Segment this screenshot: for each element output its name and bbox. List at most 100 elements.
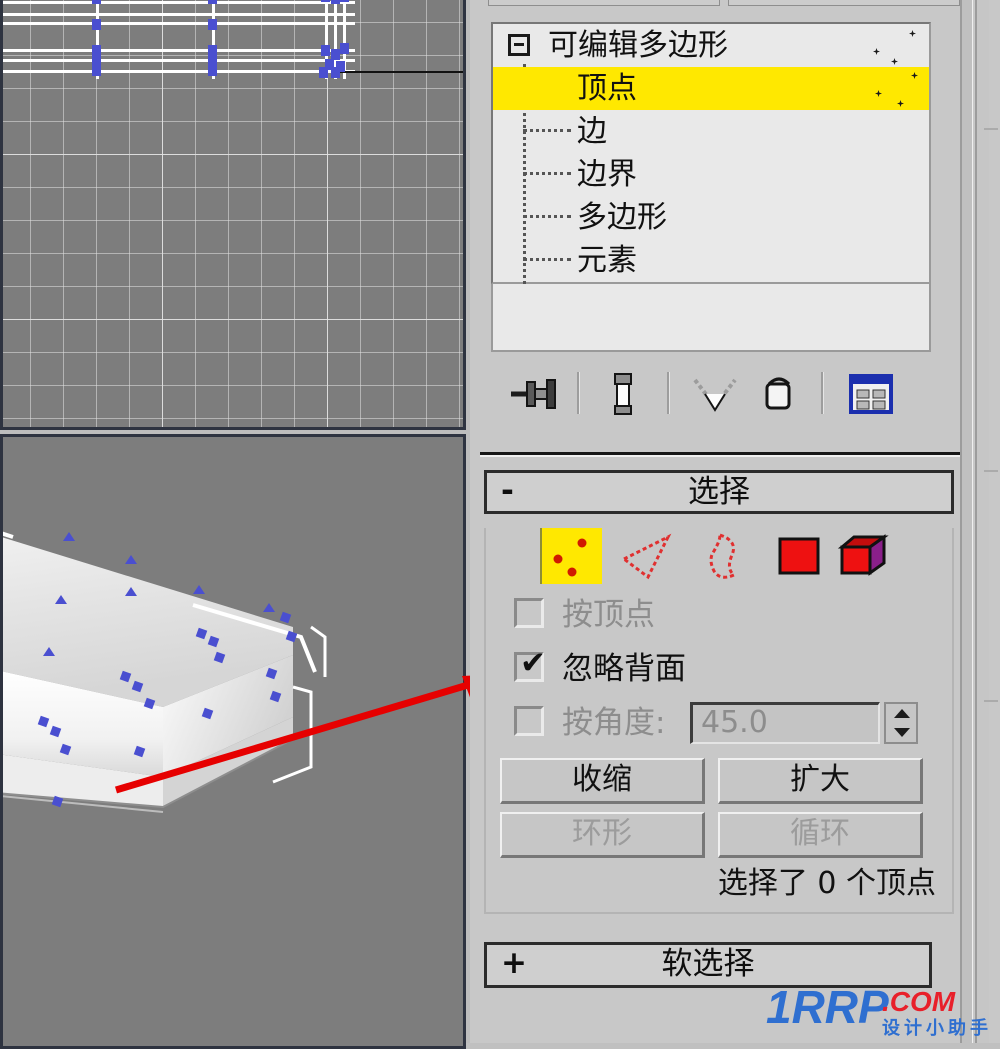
collapse-toggle-icon[interactable] <box>508 34 530 56</box>
vertex-marker <box>43 647 55 656</box>
vertex-marker <box>321 45 330 56</box>
vertex-marker <box>321 0 330 2</box>
modifier-stack-empty-area <box>491 284 931 352</box>
by-vertex-checkbox[interactable] <box>514 598 544 628</box>
vertex-marker <box>340 43 349 54</box>
checkmark-icon: ✔ <box>520 645 546 681</box>
configure-modifier-sets-icon[interactable] <box>843 366 897 422</box>
stack-subitem-polygon[interactable]: 多边形 <box>493 196 929 239</box>
wireframe-line <box>3 13 355 16</box>
command-panel-inner: 可编辑多边形 顶点 边 边界 多边形 元素 - 选择 按顶点 ✔ 忽略背面 按角… <box>474 0 969 1043</box>
wireframe-line <box>3 70 355 73</box>
modifier-stack-list[interactable]: 可编辑多边形 顶点 边 边界 多边形 元素 <box>491 22 931 284</box>
by-angle-checkbox[interactable] <box>514 706 544 736</box>
vertex-marker <box>193 585 205 594</box>
panel-divider <box>480 452 962 455</box>
panel-top-control-left[interactable] <box>488 0 720 6</box>
subobject-polygon-button[interactable] <box>768 528 830 584</box>
panel-top-control-right[interactable] <box>728 0 960 6</box>
watermark-tagline: 设计小助手 <box>882 1017 992 1039</box>
shrink-button[interactable]: 收缩 <box>500 758 705 804</box>
selection-status-text: 选择了 0 个顶点 <box>717 866 936 901</box>
make-unique-icon[interactable] <box>689 366 743 422</box>
wireframe-line <box>3 49 355 52</box>
by-vertex-label: 按顶点 <box>562 597 655 633</box>
by-angle-input[interactable]: 45.0 <box>690 702 880 744</box>
toolbar-separator <box>577 372 580 414</box>
stack-subitem-element[interactable]: 元素 <box>493 239 929 282</box>
loop-button[interactable]: 循环 <box>718 812 923 858</box>
mattress-model <box>0 477 463 947</box>
vertex-marker <box>319 67 328 78</box>
modifier-stack-toolbar <box>491 362 931 428</box>
spinner-up-icon[interactable] <box>894 709 910 718</box>
vertex-marker <box>331 0 340 4</box>
toolbar-separator <box>821 372 824 414</box>
ignore-backfacing-checkbox[interactable]: ✔ <box>514 648 546 682</box>
ignore-backfacing-label: 忽略背面 <box>562 651 686 687</box>
vertex-marker <box>208 65 217 76</box>
stack-item-label: 可编辑多边形 <box>548 28 728 63</box>
wireframe-line <box>3 59 355 62</box>
show-end-result-icon[interactable] <box>595 366 649 422</box>
site-watermark: 1RRP .COM 设计小助手 <box>766 981 992 1039</box>
subobject-border-button[interactable] <box>688 528 750 584</box>
subobject-vertex-button[interactable] <box>540 528 602 584</box>
rollout-toggle-icon[interactable]: - <box>501 472 514 510</box>
vertex-marker <box>125 555 137 564</box>
selection-rollout-header[interactable]: - 选择 <box>484 470 954 514</box>
by-angle-label: 按角度: <box>562 705 666 741</box>
viewport-area <box>0 0 505 1049</box>
object-edge-line <box>339 71 463 73</box>
vertex-marker <box>125 587 137 596</box>
viewport-grid <box>3 0 463 427</box>
spinner-down-icon[interactable] <box>894 728 910 737</box>
panel-edge-tick <box>984 470 998 472</box>
vertex-marker <box>331 67 340 78</box>
vertex-marker <box>55 595 67 604</box>
watermark-suffix: .COM <box>882 986 956 1017</box>
ignore-backfacing-checkbox-row[interactable]: ✔ 忽略背面 <box>486 644 952 698</box>
stack-subitem-label: 顶点 <box>577 71 637 106</box>
selection-rollout: - 选择 按顶点 ✔ 忽略背面 按角度: 45.0 收缩 扩大 环形 循环 选择… <box>484 470 954 930</box>
panel-scrollbar-outer[interactable] <box>960 0 973 1043</box>
pin-stack-icon[interactable] <box>507 366 561 422</box>
vertex-marker <box>0 577 3 586</box>
stack-subitem-edge[interactable]: 边 <box>493 110 929 153</box>
vertex-marker <box>63 532 75 541</box>
grow-button[interactable]: 扩大 <box>718 758 923 804</box>
remove-modifier-icon[interactable] <box>751 366 805 422</box>
rollout-toggle-icon[interactable]: + <box>501 944 527 982</box>
panel-scrollbar-inner[interactable] <box>975 0 989 1043</box>
by-vertex-checkbox-row[interactable]: 按顶点 <box>486 590 952 644</box>
app-root: 可编辑多边形 顶点 边 边界 多边形 元素 - 选择 按顶点 ✔ 忽略背面 按角… <box>0 0 1000 1049</box>
wireframe-line <box>3 22 355 25</box>
ring-button[interactable]: 环形 <box>500 812 705 858</box>
ring-loop-row: 环形 循环 <box>486 812 952 860</box>
stack-subitem-label: 边界 <box>577 157 637 192</box>
vertex-marker <box>208 19 217 30</box>
watermark-primary: 1RRP <box>766 981 889 1033</box>
vertex-marker <box>92 19 101 30</box>
vertex-dots-overlay-icon <box>845 28 923 108</box>
by-angle-checkbox-row[interactable]: 按角度: 45.0 <box>486 698 952 752</box>
vertex-marker <box>92 65 101 76</box>
panel-edge-tick <box>984 128 998 130</box>
subobject-element-button[interactable] <box>834 528 896 584</box>
shrink-grow-row: 收缩 扩大 <box>486 758 952 806</box>
subobject-edge-button[interactable] <box>616 528 678 584</box>
wireframe-line <box>3 1 355 4</box>
toolbar-separator <box>667 372 670 414</box>
selection-rollout-title: 选择 <box>688 474 750 510</box>
panel-edge-tick <box>984 700 998 702</box>
stack-subitem-label: 元素 <box>577 243 637 278</box>
vertex-marker <box>92 0 101 4</box>
perspective-viewport[interactable] <box>0 434 466 1049</box>
soft-selection-rollout-title: 软选择 <box>661 946 755 982</box>
selection-rollout-body: 按顶点 ✔ 忽略背面 按角度: 45.0 收缩 扩大 环形 循环 选择了 0 个… <box>484 528 954 914</box>
by-angle-spinner[interactable] <box>884 702 918 744</box>
vertex-marker <box>340 0 349 2</box>
vertex-marker <box>263 603 275 612</box>
top-viewport[interactable] <box>0 0 466 430</box>
stack-subitem-border[interactable]: 边界 <box>493 153 929 196</box>
